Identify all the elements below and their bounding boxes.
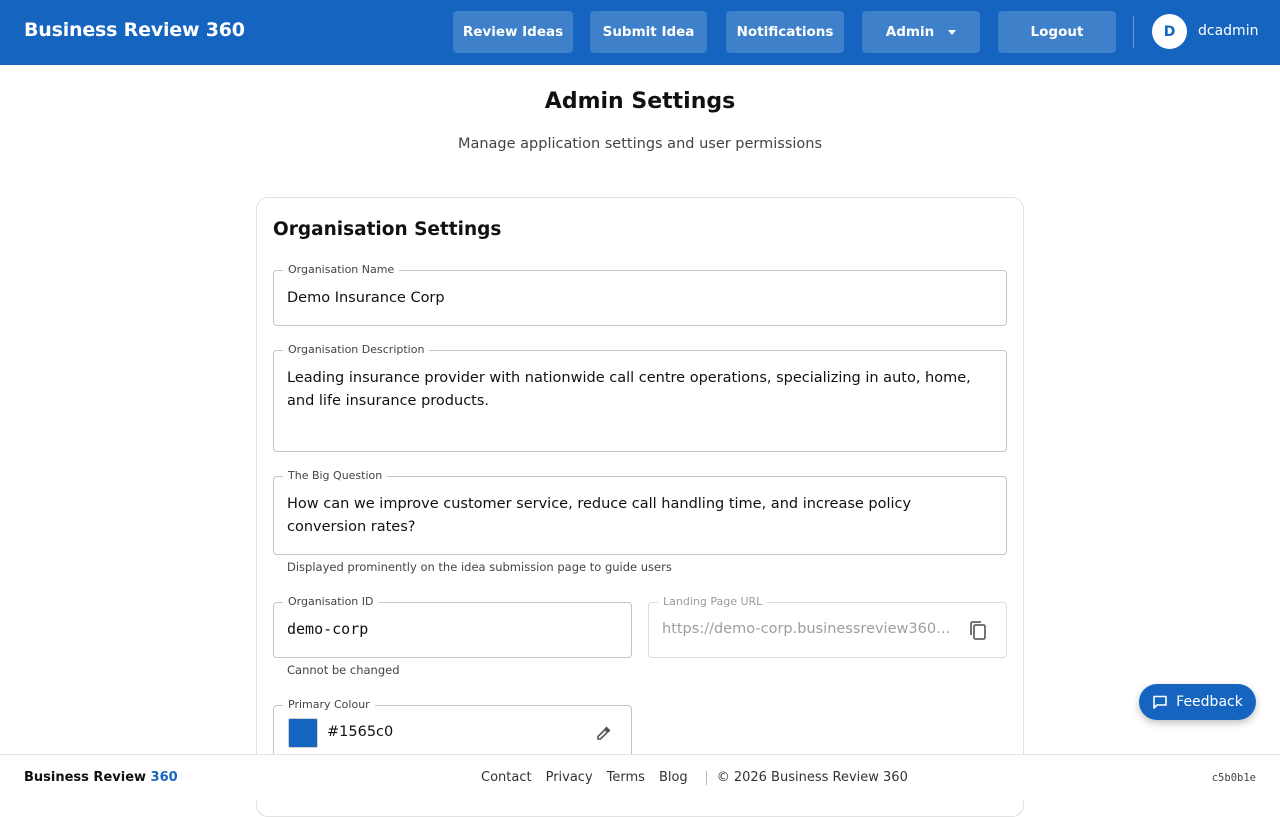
notifications-button[interactable]: Notifications [726,11,844,53]
big-question-helper: Displayed prominently on the idea submis… [287,560,672,574]
big-question-value[interactable]: How can we improve customer service, red… [287,493,992,539]
page-subtitle: Manage application settings and user per… [457,136,823,152]
organisation-id-label: Organisation ID [283,595,379,609]
primary-colour-value[interactable]: #1565c0 [327,721,393,744]
organisation-settings-card: Organisation Settings Organisation Name … [256,197,1024,817]
landing-page-url-label: Landing Page URL [658,595,768,609]
primary-colour-field[interactable]: Primary Colour #1565c0 [273,698,632,761]
card-title: Organisation Settings [273,219,502,240]
logout-button[interactable]: Logout [998,11,1116,53]
footer: Business Review 360 Contact Privacy Term… [0,754,1280,800]
organisation-id-helper: Cannot be changed [287,663,400,677]
big-question-label: The Big Question [283,469,388,483]
app-brand[interactable]: Business Review 360 [24,19,245,41]
admin-menu-label: Admin [885,24,935,40]
review-ideas-button[interactable]: Review Ideas [453,11,573,53]
footer-copyright: © 2026 Business Review 360 [716,770,908,785]
submit-idea-button[interactable]: Submit Idea [590,11,707,53]
footer-link-privacy[interactable]: Privacy [546,770,593,785]
footer-divider [705,771,707,785]
footer-brand[interactable]: Business Review 360 [24,770,178,785]
nav-divider [1133,16,1134,48]
organisation-id-value: demo-corp [287,620,369,638]
footer-links: Contact Privacy Terms Blog © 2026 Busine… [481,770,908,785]
organisation-name-value[interactable]: Demo Insurance Corp [287,287,445,310]
organisation-id-field: Organisation ID demo-corp [273,595,632,658]
footer-brand-main: Business Review [24,770,147,785]
build-hash: c5b0b1e [1211,772,1256,784]
landing-page-url-value: https://demo-corp.businessreview360.com [662,621,952,637]
page-title: Admin Settings [544,89,736,114]
footer-link-blog[interactable]: Blog [659,770,688,785]
eyedropper-icon[interactable] [595,724,613,742]
big-question-field[interactable]: The Big Question How can we improve cust… [273,469,1007,555]
primary-colour-label: Primary Colour [283,698,375,712]
caret-down-icon [948,29,957,35]
organisation-name-field[interactable]: Organisation Name Demo Insurance Corp [273,263,1007,326]
top-app-bar: Business Review 360 Review Ideas Submit … [0,0,1280,65]
footer-link-terms[interactable]: Terms [607,770,645,785]
footer-brand-accent: 360 [150,770,178,785]
username[interactable]: dcadmin [1198,23,1258,39]
organisation-description-field[interactable]: Organisation Description Leading insuran… [273,343,1007,452]
landing-page-url-field: Landing Page URL https://demo-corp.busin… [648,595,1007,658]
chat-icon [1153,695,1167,709]
user-avatar[interactable]: D [1152,14,1187,49]
organisation-description-value[interactable]: Leading insurance provider with nationwi… [287,367,992,413]
copy-icon[interactable] [968,620,988,642]
feedback-label: Feedback [1176,694,1243,710]
organisation-description-label: Organisation Description [283,343,430,357]
feedback-button[interactable]: Feedback [1139,684,1256,720]
footer-link-contact[interactable]: Contact [481,770,532,785]
colour-swatch[interactable] [288,718,318,748]
admin-menu-button[interactable]: Admin [862,11,980,53]
organisation-name-label: Organisation Name [283,263,400,277]
